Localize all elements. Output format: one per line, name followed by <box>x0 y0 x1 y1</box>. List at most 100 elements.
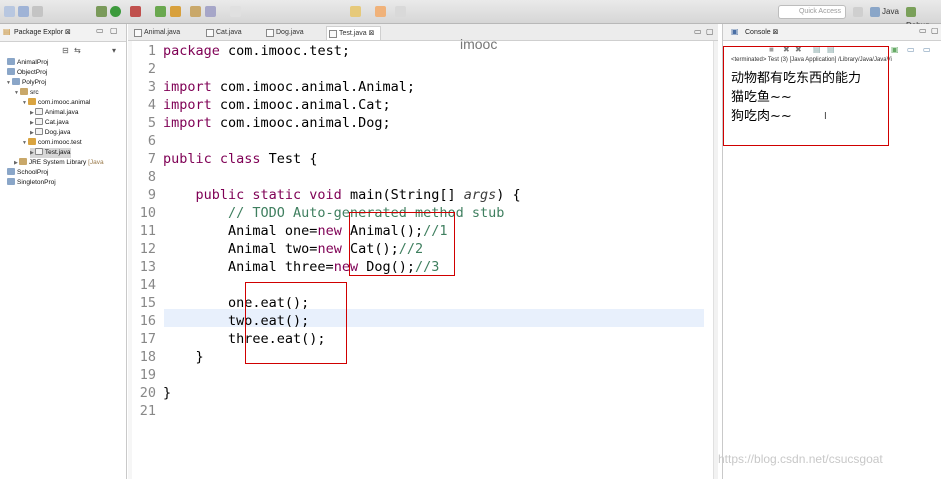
highlight-box-constructors <box>349 212 455 276</box>
forward-icon[interactable] <box>395 6 406 17</box>
tree-item-label: com.imooc.test <box>37 139 82 146</box>
collapse-all-icon[interactable]: ⊟ <box>62 46 69 55</box>
tree-item[interactable]: ▶ Animal.java <box>30 108 78 118</box>
tree-item[interactable]: ▼ com.imooc.animal <box>22 98 90 108</box>
tab-dog-java[interactable]: Dog.java <box>264 26 304 40</box>
console-panel: ▣ Console ⊠ ▭ ▢ ■ ✖ ✖ ▤ ▤ ▣ ▭ ▭ <termina… <box>722 24 941 479</box>
line-number: 11 <box>139 223 156 239</box>
debug-icon[interactable] <box>96 6 107 17</box>
tree-item[interactable]: ▶ Test.java <box>30 148 71 158</box>
tree-item[interactable]: ▶ Cat.java <box>30 118 69 128</box>
tab-animal-java[interactable]: Animal.java <box>132 26 180 40</box>
code-line-5: import com.imooc.animal.Dog; <box>163 115 391 131</box>
display-console-icon[interactable]: ▭ <box>907 45 915 54</box>
expand-arrow-icon[interactable]: ▶ <box>30 120 34 126</box>
tree-item-label: src <box>29 89 39 96</box>
new-package-icon[interactable] <box>170 6 181 17</box>
project-icon <box>7 178 15 185</box>
line-number: 21 <box>139 403 156 419</box>
console-icon: ▣ <box>731 27 739 36</box>
tree-item[interactable]: ObjectProj <box>6 68 47 78</box>
package-explorer-panel: ▤ Package Explor ⊠ ▭ ▢ ⊟ ⇆ ▾ AnimalProj O… <box>0 24 127 479</box>
expand-arrow-icon[interactable]: ▼ <box>6 80 11 86</box>
toggle-mark-icon[interactable] <box>230 6 241 17</box>
tab-cat-java[interactable]: Cat.java <box>204 26 242 40</box>
java-file-icon <box>34 108 43 115</box>
tree-item-label: PolyProj <box>21 79 47 86</box>
expand-arrow-icon[interactable]: ▶ <box>30 130 34 136</box>
new-class-icon[interactable] <box>155 6 166 17</box>
open-type-icon[interactable] <box>190 6 201 17</box>
quick-access-field[interactable]: Quick Access <box>778 5 846 19</box>
expand-arrow-icon[interactable]: ▶ <box>30 110 34 116</box>
line-number: 8 <box>147 169 156 185</box>
tree-item[interactable]: ▶ Dog.java <box>30 128 71 138</box>
external-tools-icon[interactable] <box>130 6 141 17</box>
back-icon[interactable] <box>375 6 386 17</box>
line-number: 16 <box>139 313 156 329</box>
tree-item-label: AnimalProj <box>17 59 49 66</box>
expand-arrow-icon[interactable]: ▼ <box>22 100 27 106</box>
java-file-icon <box>266 29 274 37</box>
code-line-4: import com.imooc.animal.Cat; <box>163 97 391 113</box>
minimize-icon[interactable]: ▭ <box>96 26 104 35</box>
print-icon[interactable] <box>32 6 43 17</box>
tab-test-java[interactable]: Test.java ⊠ <box>326 26 382 40</box>
overview-ruler <box>713 41 718 479</box>
project-icon <box>11 78 20 85</box>
tree-item[interactable]: SchoolProj <box>6 168 48 178</box>
code-line-1: package com.imooc.test; <box>163 43 350 59</box>
package-explorer-icon: ▤ <box>3 27 11 36</box>
tree-item-label: Test.java <box>44 149 71 156</box>
new-file-icon[interactable] <box>4 6 15 17</box>
line-number: 9 <box>147 187 156 203</box>
code-line-9: public static void main(String[] args) { <box>163 187 521 203</box>
debug-perspective-button[interactable]: Debug <box>906 5 941 30</box>
line-number: 3 <box>147 79 156 95</box>
line-number: 19 <box>139 367 156 383</box>
editor-tabs: Animal.java Cat.java Dog.java Test.java … <box>128 24 718 41</box>
package-icon <box>27 138 36 145</box>
tree-item[interactable]: ▼ PolyProj <box>6 78 46 88</box>
console-tab[interactable]: Console ⊠ <box>745 28 779 36</box>
java-perspective-button[interactable]: Java <box>870 5 899 19</box>
line-number: 7 <box>147 151 156 167</box>
console-minimize-icon[interactable]: ▭ <box>919 26 927 35</box>
tree-item[interactable]: ▼ src <box>14 88 39 98</box>
tree-item[interactable]: AnimalProj <box>6 58 48 68</box>
tree-item[interactable]: SingletonProj <box>6 178 56 188</box>
editor-minimize-icon[interactable]: ▭ <box>694 27 702 36</box>
tree-item[interactable]: ▼ com.imooc.test <box>22 138 82 148</box>
next-annotation-icon[interactable] <box>350 6 361 17</box>
line-number: 15 <box>139 295 156 311</box>
pin-console-icon[interactable]: ▣ <box>891 45 899 54</box>
view-menu-icon[interactable]: ▾ <box>112 46 116 55</box>
editor-maximize-icon[interactable]: ▢ <box>706 27 714 36</box>
console-maximize-icon[interactable]: ▢ <box>931 26 939 35</box>
tree-item-label: ObjectProj <box>17 69 48 76</box>
open-console-icon[interactable]: ▭ <box>923 45 931 54</box>
java-file-icon <box>34 148 43 155</box>
java-file-icon <box>34 118 43 125</box>
tree-item[interactable]: ▶ JRE System Library [Java <box>14 158 104 168</box>
tree-item-label: Animal.java <box>44 109 79 116</box>
expand-arrow-icon[interactable]: ▼ <box>22 140 27 146</box>
package-icon <box>27 98 36 105</box>
link-editor-icon[interactable]: ⇆ <box>74 46 81 55</box>
search-icon[interactable] <box>205 6 216 17</box>
line-number: 18 <box>139 349 156 365</box>
line-number: 20 <box>139 385 156 401</box>
tree-item-label: JRE System Library <box>28 159 87 166</box>
package-explorer-tab[interactable]: Package Explor ⊠ <box>14 28 71 36</box>
run-icon[interactable] <box>110 6 121 17</box>
line-number: 10 <box>139 205 156 221</box>
open-perspective-button[interactable] <box>853 5 865 19</box>
expand-arrow-icon[interactable]: ▶ <box>14 160 18 166</box>
maximize-icon[interactable]: ▢ <box>110 26 118 35</box>
folder-icon <box>19 88 28 95</box>
expand-arrow-icon[interactable]: ▼ <box>14 90 19 96</box>
main-toolbar: Quick Access Java Debug <box>0 0 941 30</box>
line-number: 4 <box>147 97 156 113</box>
save-icon[interactable] <box>18 6 29 17</box>
expand-arrow-icon[interactable]: ▶ <box>30 150 34 156</box>
